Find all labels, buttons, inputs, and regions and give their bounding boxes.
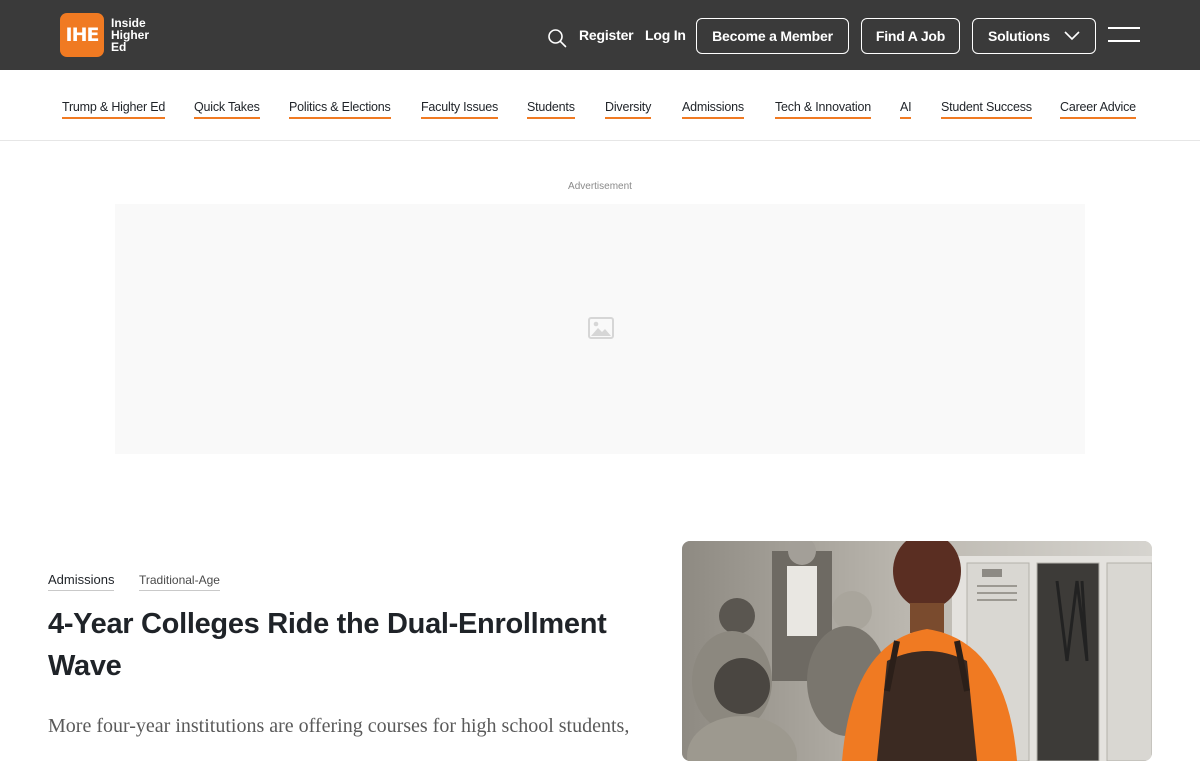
article-tag-admissions[interactable]: Admissions xyxy=(48,572,115,591)
hamburger-menu-icon[interactable] xyxy=(1108,27,1140,45)
nav-item-faculty-issues[interactable]: Faculty Issues xyxy=(421,100,498,119)
login-link[interactable]: Log In xyxy=(645,27,686,43)
chevron-down-icon xyxy=(1064,31,1080,41)
find-job-button[interactable]: Find A Job xyxy=(861,18,960,54)
article-dek: More four-year institutions are offering… xyxy=(48,715,630,737)
ad-slot[interactable] xyxy=(115,204,1085,454)
nav-item-student-success[interactable]: Student Success xyxy=(941,100,1032,119)
nav-item-ai[interactable]: AI xyxy=(900,100,912,119)
search-icon[interactable] xyxy=(547,28,567,48)
nav-item-trump-higher-ed[interactable]: Trump & Higher Ed xyxy=(62,100,165,119)
logo-text: Inside Higher Ed xyxy=(111,16,150,54)
hero-illustration xyxy=(682,541,1152,761)
register-link[interactable]: Register xyxy=(579,27,634,43)
article-hero-image[interactable] xyxy=(682,541,1152,761)
nav-item-politics-elections[interactable]: Politics & Elections xyxy=(289,100,391,119)
nav-item-admissions[interactable]: Admissions xyxy=(682,100,744,119)
logo-mark: IHE xyxy=(60,13,104,57)
nav-item-career-advice[interactable]: Career Advice xyxy=(1060,100,1136,119)
nav-item-diversity[interactable]: Diversity xyxy=(605,100,651,119)
article-tag-traditional-age[interactable]: Traditional-Age xyxy=(139,573,220,591)
article-headline[interactable]: 4-Year Colleges Ride the Dual-Enrollment… xyxy=(48,603,648,687)
ad-label: Advertisement xyxy=(568,181,632,192)
solutions-label: Solutions xyxy=(988,28,1050,44)
site-header: IHE Inside Higher Ed Register Log In Bec… xyxy=(0,0,1200,70)
topic-nav: Trump & Higher Ed Quick Takes Politics &… xyxy=(0,70,1200,141)
nav-item-tech-innovation[interactable]: Tech & Innovation xyxy=(775,100,871,119)
solutions-dropdown[interactable]: Solutions xyxy=(972,18,1096,54)
become-member-button[interactable]: Become a Member xyxy=(696,18,849,54)
nav-item-quick-takes[interactable]: Quick Takes xyxy=(194,100,260,119)
nav-item-students[interactable]: Students xyxy=(527,100,575,119)
image-placeholder-icon xyxy=(588,317,614,339)
site-logo[interactable]: IHE Inside Higher Ed xyxy=(60,13,161,57)
